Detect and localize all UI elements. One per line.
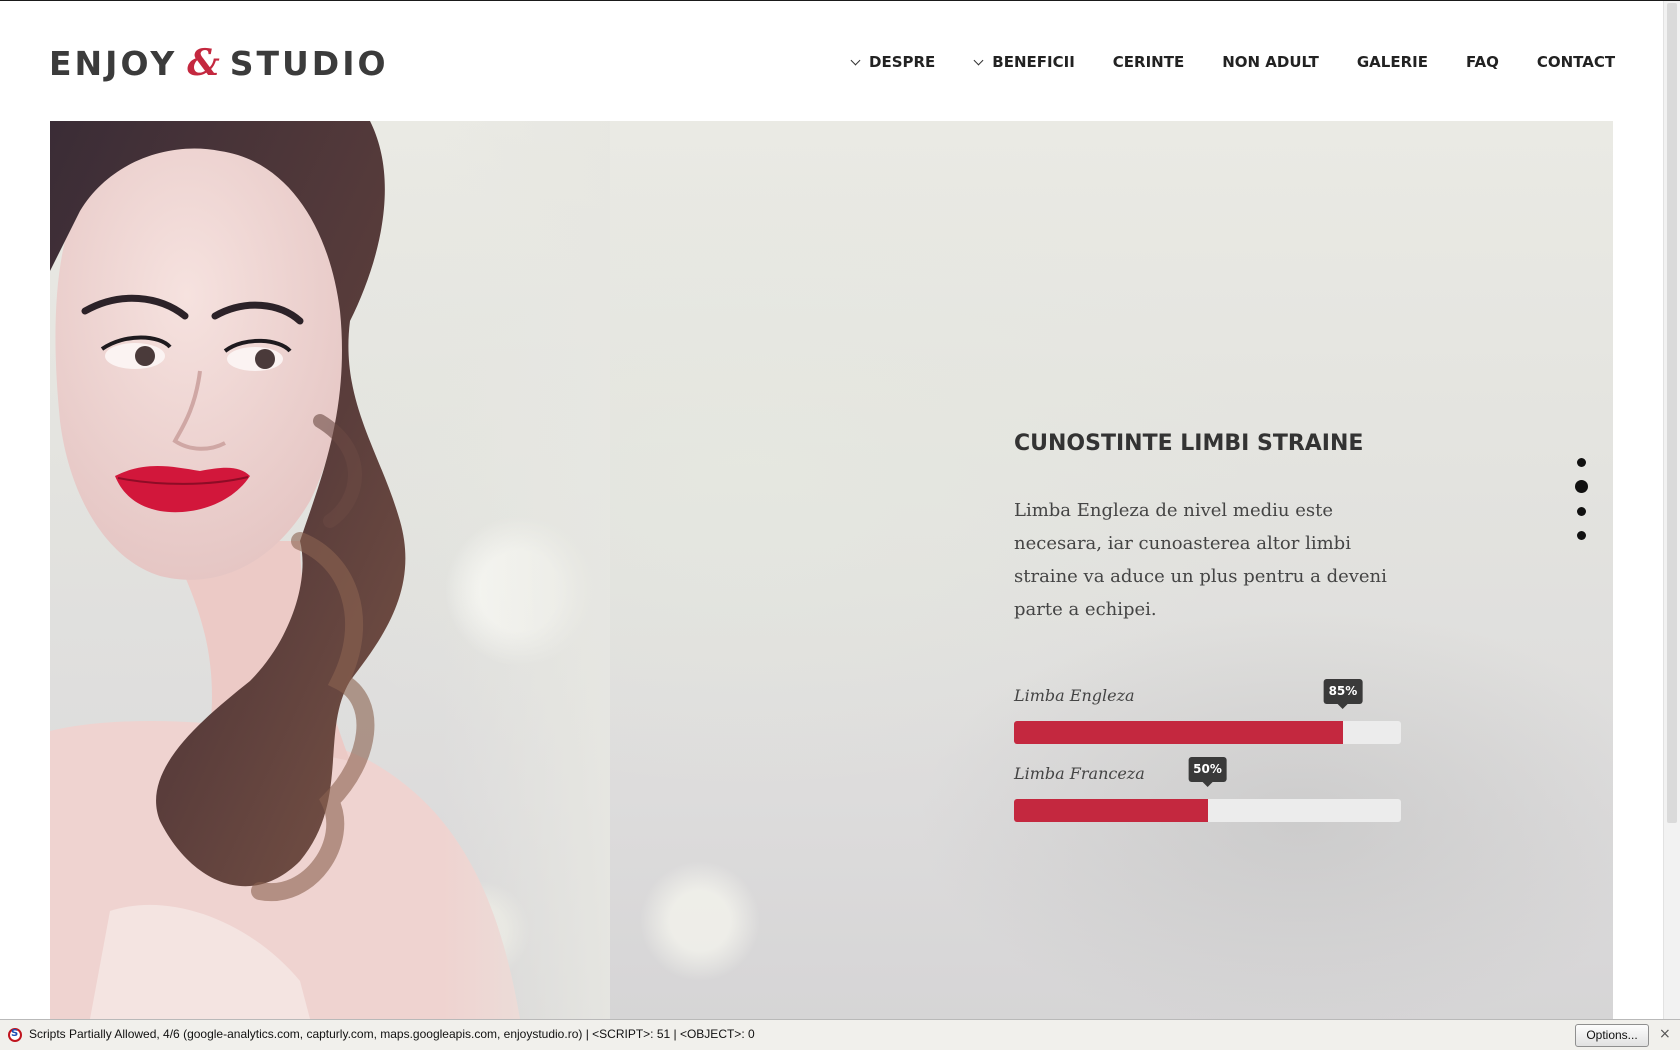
slide-dot-4[interactable] — [1576, 531, 1586, 540]
model-portrait-image — [50, 121, 610, 1019]
nav-label: BENEFICII — [992, 53, 1075, 71]
logo-word-studio: STUDIO — [229, 43, 389, 83]
skill-label-franceza: Limba Franceza — [1014, 764, 1145, 783]
logo[interactable]: ENJOY & STUDIO — [49, 41, 389, 85]
nav-item-galerie[interactable]: GALERIE — [1357, 53, 1428, 71]
slide-dot-2[interactable] — [1574, 480, 1588, 493]
slide-dot-3[interactable] — [1576, 507, 1586, 516]
section-title: CUNOSTINTE LIMBI STRAINE — [1014, 431, 1364, 456]
skill-bar-track — [1014, 799, 1401, 822]
main-nav: DESPRE BENEFICII CERINTE NON ADULT GALER… — [850, 46, 1615, 78]
skill-bar-fill-franceza — [1014, 799, 1208, 822]
logo-ampersand: & — [187, 42, 220, 84]
window-top-border — [0, 0, 1680, 1]
nav-label: CERINTE — [1112, 53, 1185, 71]
skill-percent-tooltip: 85% — [1323, 679, 1363, 709]
nav-label: CONTACT — [1536, 53, 1616, 71]
nav-item-cerinte[interactable]: CERINTE — [1113, 53, 1184, 71]
hero-slide: CUNOSTINTE LIMBI STRAINE Limba Engleza d… — [50, 121, 1613, 1019]
nav-label: FAQ — [1465, 53, 1499, 71]
nav-item-contact[interactable]: CONTACT — [1537, 53, 1615, 71]
status-text: Scripts Partially Allowed, 4/6 (google-a… — [29, 1027, 755, 1041]
nav-label: NON ADULT — [1222, 53, 1319, 71]
slide-dot-1[interactable] — [1576, 458, 1586, 467]
skill-percent-tooltip: 50% — [1188, 757, 1227, 787]
skill-bar-fill-engleza — [1014, 721, 1343, 744]
scrollbar-thumb[interactable] — [1667, 3, 1677, 823]
logo-word-enjoy: ENJOY — [49, 43, 178, 83]
nav-label: GALERIE — [1356, 53, 1428, 71]
skill-bar-track — [1014, 721, 1401, 744]
nav-item-beneficii[interactable]: BENEFICII — [973, 53, 1075, 71]
section-description: Limba Engleza de nivel mediu este necesa… — [1014, 500, 1387, 620]
noscript-icon[interactable] — [8, 1028, 22, 1042]
chevron-down-icon — [973, 55, 984, 65]
nav-item-despre[interactable]: DESPRE — [850, 53, 935, 71]
skill-label-engleza: Limba Engleza — [1014, 686, 1135, 705]
close-icon[interactable]: × — [1659, 1026, 1671, 1042]
nav-label: DESPRE — [869, 53, 936, 71]
nav-item-faq[interactable]: FAQ — [1466, 53, 1499, 71]
chevron-down-icon — [850, 55, 861, 65]
noscript-status-bar: Scripts Partially Allowed, 4/6 (google-a… — [0, 1019, 1680, 1050]
options-button[interactable]: Options... — [1575, 1024, 1649, 1047]
nav-item-non-adult[interactable]: NON ADULT — [1222, 53, 1319, 71]
vertical-scrollbar[interactable] — [1663, 1, 1680, 1019]
